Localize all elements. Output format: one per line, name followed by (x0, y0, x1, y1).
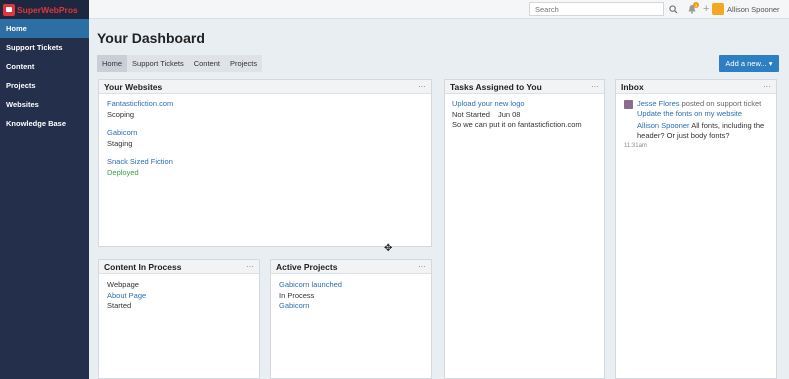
content-status: Started (107, 301, 132, 310)
project-link[interactable]: Gabicorn launched (279, 280, 423, 291)
caret-down-icon: ▾ (768, 59, 773, 68)
website-status: Deployed (107, 167, 139, 177)
panel-header: Active Projects ··· (271, 260, 431, 274)
more-icon[interactable]: ··· (246, 262, 259, 271)
brand-name: SuperWebPros (17, 4, 78, 15)
brand-icon (3, 3, 15, 16)
tab-support-tickets[interactable]: Support Tickets (127, 55, 189, 72)
projects-panel: Active Projects ··· Gabicorn launched In… (270, 259, 432, 379)
inbox-item[interactable]: Jesse Flores posted on support ticket Up… (624, 99, 770, 141)
brand-logo[interactable]: SuperWebPros (0, 0, 89, 19)
notification-badge: 3 (693, 2, 699, 8)
move-cursor-icon: ✥ (384, 243, 393, 254)
tab-content[interactable]: Content (189, 55, 225, 72)
website-link[interactable]: Fantasticfiction.com (107, 99, 423, 110)
task-date: Jun 08 (497, 109, 521, 119)
plus-icon[interactable]: + (703, 2, 709, 16)
content-panel: Content In Process ··· Webpage About Pag… (98, 259, 260, 379)
sidebar-item-websites[interactable]: Websites (0, 95, 89, 114)
panel-title: Active Projects (276, 261, 338, 272)
content-link[interactable]: About Page (107, 291, 251, 302)
ticket-link[interactable]: Update the fonts on my website (637, 109, 770, 119)
task-description: So we can put it on fantasticfiction.com (452, 120, 582, 129)
sidebar-item-knowledge-base[interactable]: Knowledge Base (0, 114, 89, 133)
author-link[interactable]: Jesse Flores (637, 99, 680, 108)
website-status: Scoping (107, 109, 135, 119)
tab-projects[interactable]: Projects (225, 55, 262, 72)
replier-link[interactable]: Allison Spooner (637, 121, 690, 130)
panel-header: Inbox ··· (616, 80, 776, 94)
website-status: Staging (107, 138, 133, 148)
sidebar-item-home[interactable]: Home (0, 19, 89, 38)
task-status: Not Started (452, 109, 490, 119)
more-icon[interactable]: ··· (763, 82, 776, 91)
avatar (624, 100, 633, 109)
tasks-panel: Tasks Assigned to You ··· Upload your ne… (444, 79, 605, 379)
add-new-button[interactable]: Add a new... ▾ (719, 55, 779, 72)
website-link[interactable]: Snack Sized Fiction (107, 157, 423, 168)
avatar[interactable] (712, 3, 724, 15)
more-icon[interactable]: ··· (591, 82, 604, 91)
panel-header: Tasks Assigned to You ··· (445, 80, 604, 94)
search-input[interactable] (529, 2, 664, 16)
sidebar-item-content[interactable]: Content (0, 57, 89, 76)
sidebar-item-projects[interactable]: Projects (0, 76, 89, 95)
websites-panel: Your Websites ··· Fantasticfiction.com S… (98, 79, 432, 247)
inbox-time: 11:31am (624, 143, 647, 149)
task-link[interactable]: Upload your new logo (452, 99, 596, 110)
inbox-action: posted on support ticket (681, 99, 762, 108)
website-link[interactable]: Gabicorn (107, 128, 423, 139)
task-meta: Not Started Jun 08 (452, 110, 596, 121)
project-site-link[interactable]: Gabicorn (279, 301, 423, 312)
search-button[interactable] (664, 2, 682, 16)
panel-title: Your Websites (104, 81, 163, 92)
tab-home[interactable]: Home (97, 55, 128, 72)
panel-title: Inbox (621, 81, 644, 92)
search-icon (668, 4, 678, 14)
sidebar: SuperWebPros Home Support Tickets Conten… (0, 0, 89, 379)
panel-header: Your Websites ··· (99, 80, 431, 94)
user-name[interactable]: Allison Spooner (727, 5, 780, 14)
panel-title: Content In Process (104, 261, 182, 272)
page-title: Your Dashboard (97, 30, 205, 46)
sidebar-item-support-tickets[interactable]: Support Tickets (0, 38, 89, 57)
content-type: Webpage (107, 280, 139, 289)
top-bar: 3 + Allison Spooner (89, 0, 789, 19)
panel-title: Tasks Assigned to You (450, 81, 542, 92)
project-status: In Process (279, 290, 315, 300)
dashboard-tabs: Home Support Tickets Content Projects (97, 55, 263, 72)
add-new-label: Add a new... (725, 59, 767, 68)
more-icon[interactable]: ··· (418, 82, 431, 91)
inbox-panel: Inbox ··· Jesse Flores posted on support… (615, 79, 777, 379)
more-icon[interactable]: ··· (418, 262, 431, 271)
panel-header: Content In Process ··· (99, 260, 259, 274)
